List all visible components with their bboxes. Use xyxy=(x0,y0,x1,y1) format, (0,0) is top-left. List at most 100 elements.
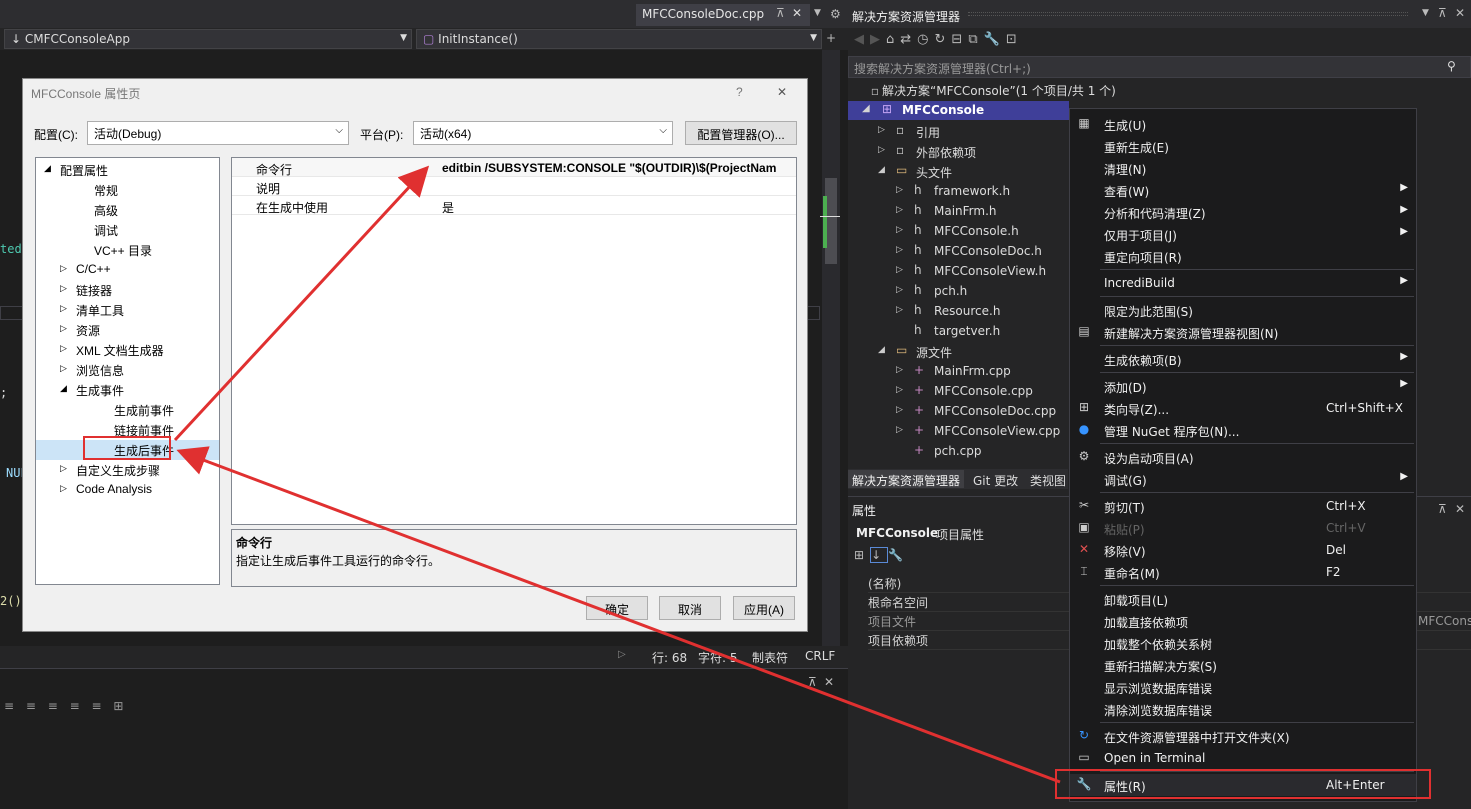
expander-icon[interactable]: ▷ xyxy=(896,405,903,415)
expander-icon[interactable]: ▷ xyxy=(60,303,67,314)
expander-icon[interactable]: ▷ xyxy=(896,425,903,435)
expander-icon[interactable]: ▷ xyxy=(896,365,903,375)
tree-item[interactable]: ▷ 自定义生成步骤 xyxy=(36,460,219,480)
menu-item[interactable]: ▦ 生成(U) xyxy=(1070,113,1416,135)
grid-row[interactable]: 在生成中使用 是 xyxy=(232,196,796,215)
expander-icon[interactable]: ▷ xyxy=(896,205,903,215)
search-box[interactable]: 搜索解决方案资源管理器(Ctrl+;) ⚲ xyxy=(848,56,1471,78)
expander-icon[interactable]: ▷ xyxy=(896,245,903,255)
scroll-right-icon[interactable]: ▷ xyxy=(618,649,626,660)
expander-icon[interactable]: ▷ xyxy=(60,323,67,334)
menu-item[interactable]: ● 管理 NuGet 程序包(N)... xyxy=(1070,419,1416,441)
menu-item[interactable]: 卸载项目(L) xyxy=(1070,588,1416,610)
menu-item[interactable]: 限定为此范围(S) xyxy=(1070,299,1416,321)
solution-tree-item[interactable]: ▷ ▫ 外部依赖项 xyxy=(848,142,1068,162)
menu-item[interactable]: 调试(G) ▶ xyxy=(1070,468,1416,490)
menu-item[interactable]: ✕ 移除(V) Del xyxy=(1070,539,1416,561)
solution-tree-item[interactable]: ▷ h Resource.h xyxy=(848,302,1068,322)
solution-tree-item[interactable]: ▷ h pch.h xyxy=(848,282,1068,302)
categorized-icon[interactable]: ⊞ xyxy=(854,548,870,562)
grid-row[interactable]: 说明 xyxy=(232,177,796,196)
class-dropdown[interactable]: ↓ CMFCConsoleApp ▼ xyxy=(4,29,412,49)
close-icon[interactable]: ✕ xyxy=(1455,502,1465,516)
solution-tree-item[interactable]: ▷ h framework.h xyxy=(848,182,1068,202)
solution-tree-item[interactable]: ▷ + MainFrm.cpp xyxy=(848,362,1068,382)
close-icon[interactable]: ✕ xyxy=(824,675,834,689)
add-icon[interactable]: + xyxy=(826,31,836,45)
toolbar-icons[interactable]: ≡ ≡ ≡ ≡ ≡ ⊞ xyxy=(4,699,127,713)
expander-icon[interactable]: ▷ xyxy=(896,225,903,235)
dropdown-icon[interactable]: ▼ xyxy=(814,8,821,18)
expander-icon[interactable]: ▷ xyxy=(878,125,885,135)
menu-item[interactable]: 加载直接依赖项 xyxy=(1070,610,1416,632)
menu-item[interactable]: 生成依赖项(B) ▶ xyxy=(1070,348,1416,370)
tab-solution-explorer[interactable]: 解决方案资源管理器 xyxy=(848,470,965,488)
solution-tree-item[interactable]: ◢ ▭ 头文件 xyxy=(848,162,1068,182)
menu-item[interactable]: 重定向项目(R) xyxy=(1070,245,1416,267)
close-icon[interactable]: ✕ xyxy=(792,6,802,20)
expander-icon[interactable]: ▷ xyxy=(896,285,903,295)
solution-tree-item[interactable]: ▷ + MFCConsoleDoc.cpp xyxy=(848,402,1068,422)
menu-item[interactable]: 重新生成(E) xyxy=(1070,135,1416,157)
forward-icon[interactable]: ▶ xyxy=(870,32,886,47)
tab-indicator[interactable]: 制表符 xyxy=(752,649,788,666)
alphabetical-icon[interactable]: ↓ xyxy=(870,547,889,563)
menu-item[interactable]: ⌶ 重命名(M) F2 xyxy=(1070,561,1416,583)
solution-tree-item[interactable]: ▷ + MFCConsole.cpp xyxy=(848,382,1068,402)
close-icon[interactable]: ✕ xyxy=(1455,6,1465,20)
home-icon[interactable]: ⌂ xyxy=(886,32,900,47)
pin-icon[interactable]: ⊼ xyxy=(808,675,817,689)
back-icon[interactable]: ◀ xyxy=(854,32,870,47)
menu-item[interactable]: 分析和代码清理(Z) ▶ xyxy=(1070,201,1416,223)
tree-item[interactable]: 常规 xyxy=(36,180,219,200)
collapse-icon[interactable]: ⊟ xyxy=(951,32,968,47)
expander-icon[interactable]: ▷ xyxy=(60,463,67,474)
expander-icon[interactable]: ▷ xyxy=(896,385,903,395)
expander-icon[interactable]: ▷ xyxy=(878,145,885,155)
expander-icon[interactable]: ▷ xyxy=(896,265,903,275)
help-button[interactable]: ? xyxy=(736,85,743,99)
config-manager-button[interactable]: 配置管理器(O)... xyxy=(685,121,797,145)
eol-indicator[interactable]: CRLF xyxy=(805,649,835,663)
solution-tree-item[interactable]: h targetver.h xyxy=(848,322,1068,342)
menu-item[interactable]: ⊞ 类向导(Z)... Ctrl+Shift+X xyxy=(1070,397,1416,419)
line-indicator[interactable]: 行: 68 xyxy=(652,649,687,666)
solution-tree-item[interactable]: ▷ ▫ 引用 xyxy=(848,122,1068,142)
tree-item[interactable]: ▷ 资源 xyxy=(36,320,219,340)
expander-icon[interactable]: ▷ xyxy=(60,263,67,274)
menu-item[interactable]: ↻ 在文件资源管理器中打开文件夹(X) xyxy=(1070,725,1416,747)
char-indicator[interactable]: 字符: 5 xyxy=(698,649,738,666)
dropdown-icon[interactable]: ▼ xyxy=(1422,8,1429,18)
menu-item[interactable]: 仅用于项目(J) ▶ xyxy=(1070,223,1416,245)
expander-icon[interactable]: ◢ xyxy=(60,383,67,394)
solution-root[interactable]: ▫ 解决方案“MFCConsole”(1 个项目/共 1 个) xyxy=(868,82,1116,102)
solution-tree-item[interactable]: ▷ h MFCConsoleDoc.h xyxy=(848,242,1068,262)
tab-git-changes[interactable]: Git 更改 xyxy=(973,472,1018,489)
solution-tree-item[interactable]: ▷ + MFCConsoleView.cpp xyxy=(848,422,1068,442)
ok-button[interactable]: 确定 xyxy=(586,596,648,620)
vertical-scrollbar[interactable] xyxy=(822,50,840,646)
menu-item[interactable]: IncrediBuild ▶ xyxy=(1070,272,1416,294)
apply-button[interactable]: 应用(A) xyxy=(733,596,795,620)
solution-tree-item[interactable]: ◢ ▭ 源文件 xyxy=(848,342,1068,362)
grid-row[interactable]: 命令行 editbin /SUBSYSTEM:CONSOLE "$(OUTDIR)… xyxy=(232,158,796,177)
expander-icon[interactable]: ▷ xyxy=(896,305,903,315)
pin-icon[interactable]: ⊼ xyxy=(1438,6,1447,20)
grid-row-value[interactable]: 是 xyxy=(442,199,794,216)
menu-item[interactable]: 清除浏览数据库错误 xyxy=(1070,698,1416,720)
tree-item[interactable]: 生成前事件 xyxy=(36,400,219,420)
solution-tree-item[interactable]: ▷ h MFCConsoleView.h xyxy=(848,262,1068,282)
switch-views-icon[interactable]: ⇄ xyxy=(900,32,917,47)
gear-icon[interactable]: ⚙ xyxy=(830,7,841,21)
pin-icon[interactable]: ⊼ xyxy=(776,6,785,20)
menu-item[interactable]: 查看(W) ▶ xyxy=(1070,179,1416,201)
solution-tree-item[interactable]: ▷ h MainFrm.h xyxy=(848,202,1068,222)
expander-icon[interactable]: ▷ xyxy=(60,483,67,494)
search-input[interactable]: 搜索解决方案资源管理器(Ctrl+;) xyxy=(854,60,1031,77)
preview-icon[interactable]: ⊡ xyxy=(1006,32,1023,47)
expander-icon[interactable]: ▷ xyxy=(60,283,67,294)
tree-item[interactable]: 高级 xyxy=(36,200,219,220)
history-icon[interactable]: ◷ xyxy=(917,32,934,47)
menu-item[interactable]: 添加(D) ▶ xyxy=(1070,375,1416,397)
expander-icon[interactable]: ◢ xyxy=(878,165,885,175)
